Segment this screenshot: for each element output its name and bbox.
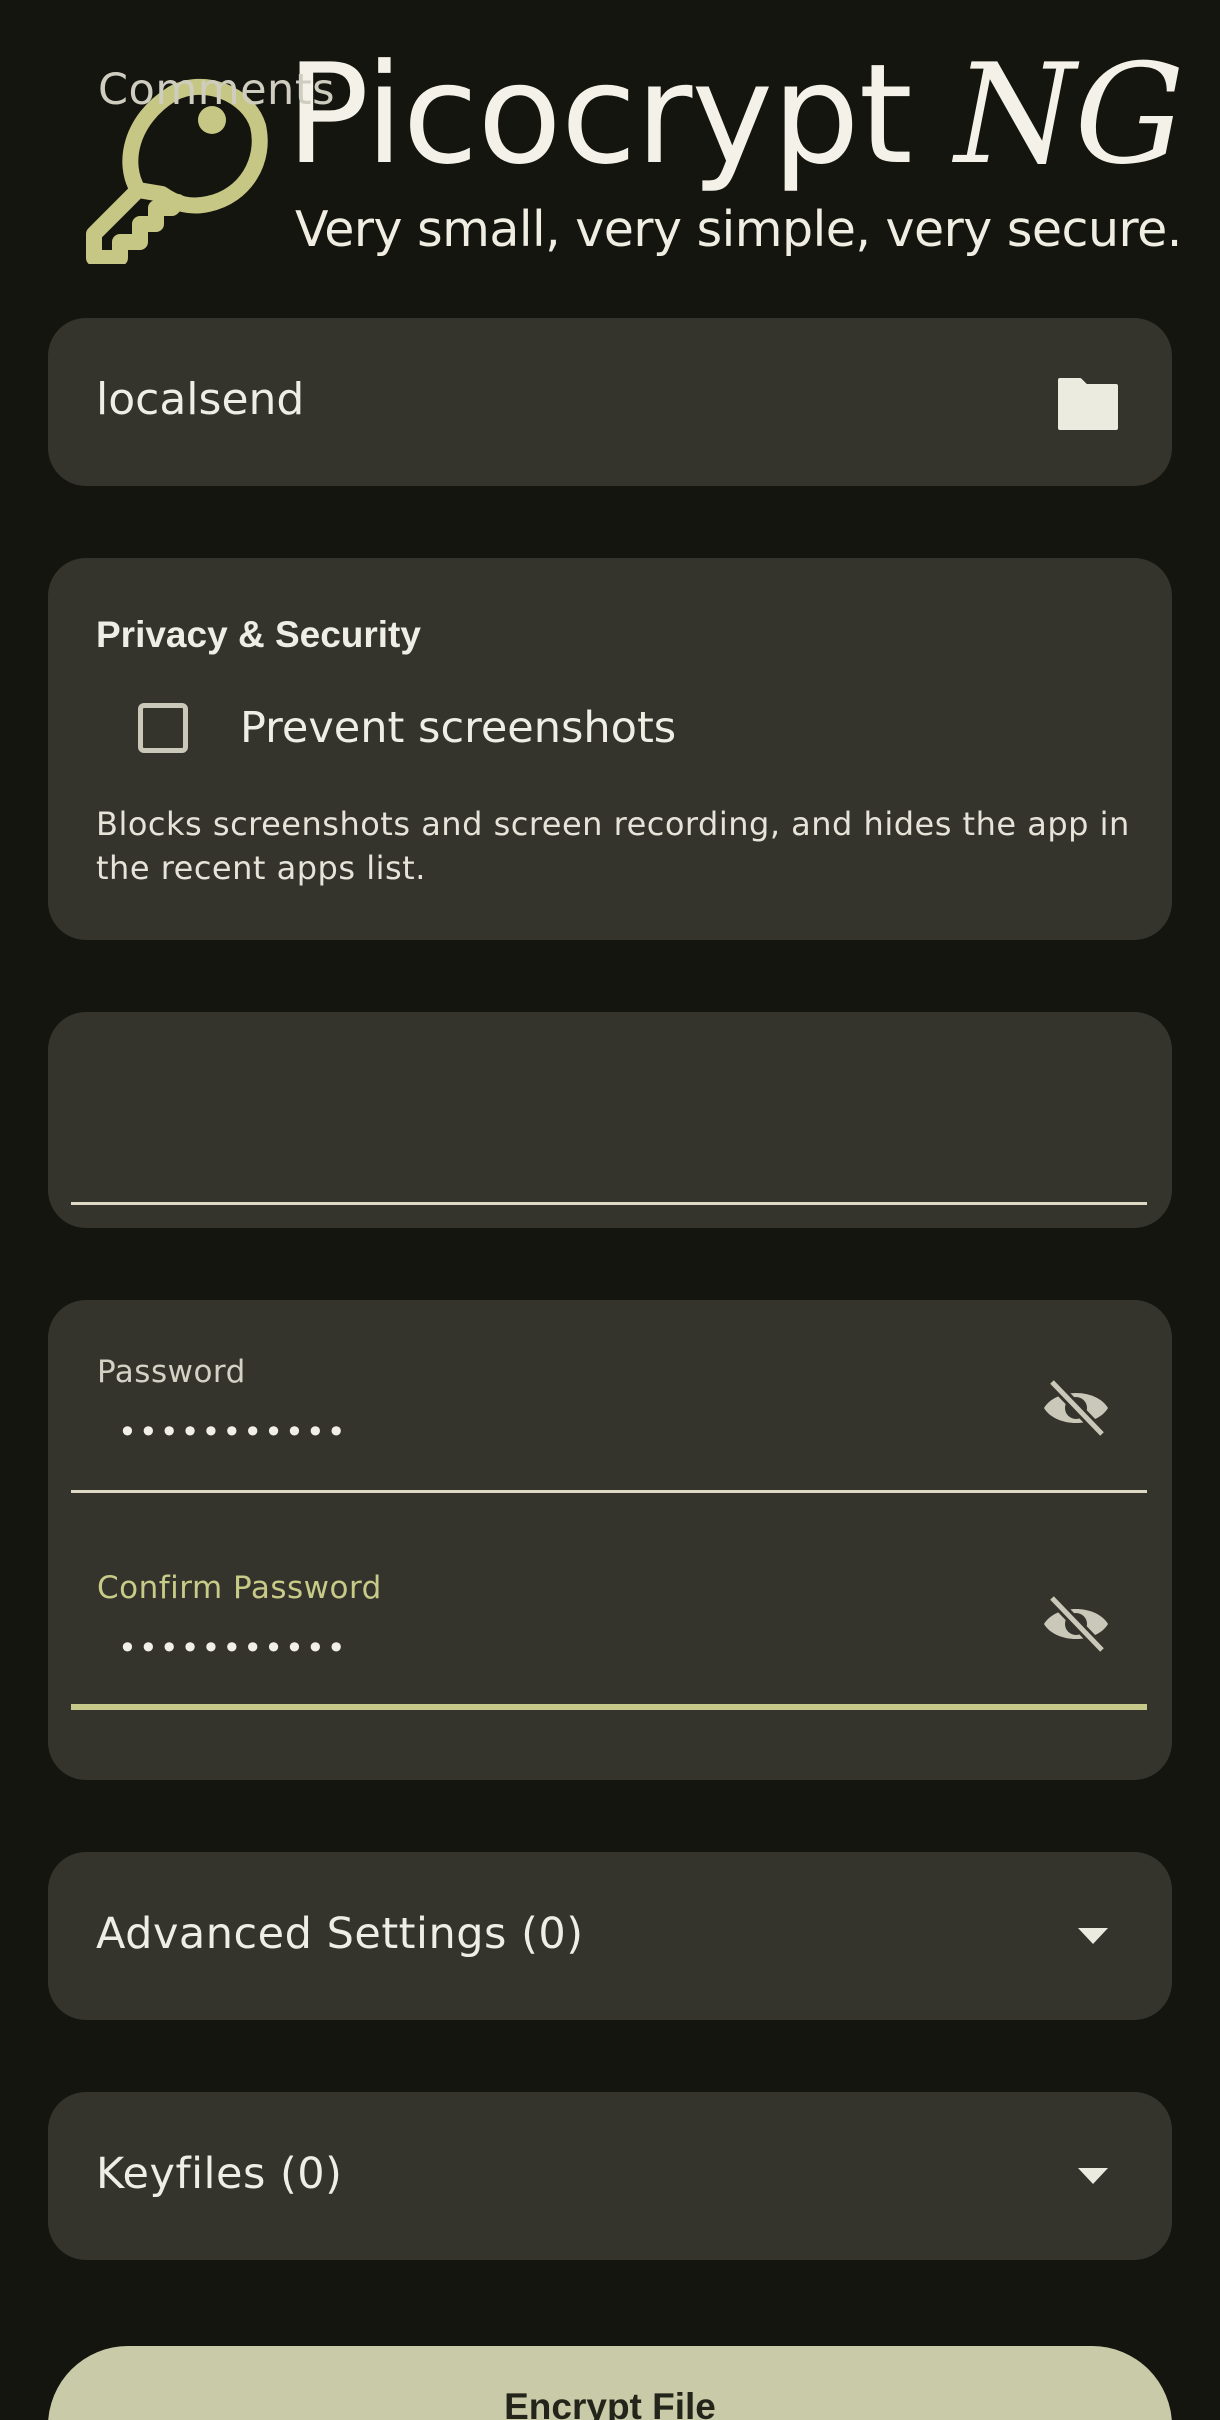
encrypt-file-button[interactable]: Encrypt File: [48, 2346, 1172, 2420]
advanced-settings-label: Advanced Settings (0): [96, 1909, 584, 1959]
password-field[interactable]: [71, 1300, 1147, 1493]
dropdown-arrow-icon: [1078, 1928, 1108, 1944]
comments-input[interactable]: [71, 1012, 1147, 1205]
selected-file-name: localsend: [96, 374, 305, 425]
app-title-suffix: NG: [954, 34, 1185, 195]
advanced-settings-expander[interactable]: Advanced Settings (0): [48, 1852, 1172, 2020]
password-label: Password: [97, 1354, 246, 1390]
password-value[interactable]: •••••••••••: [118, 1412, 348, 1452]
privacy-description: Blocks screenshots and screen recording,…: [96, 805, 1130, 887]
privacy-security-card: Privacy & Security Prevent screenshots B…: [48, 558, 1172, 940]
encrypt-file-label: Encrypt File: [504, 2386, 716, 2420]
prevent-screenshots-label[interactable]: Prevent screenshots: [240, 698, 676, 758]
comments-card: [48, 1012, 1172, 1228]
app-title: Picocrypt NG: [286, 40, 1185, 190]
comments-placeholder: Comments: [98, 65, 336, 115]
keyfiles-expander[interactable]: Keyfiles (0): [48, 2092, 1172, 2260]
privacy-section-title: Privacy & Security: [96, 614, 421, 655]
app-tagline: Very small, very simple, very secure.: [295, 201, 1182, 258]
confirm-password-field[interactable]: [71, 1516, 1147, 1710]
dropdown-arrow-icon: [1078, 2168, 1108, 2184]
keyfiles-label: Keyfiles (0): [96, 2149, 343, 2199]
folder-icon[interactable]: [1056, 376, 1120, 432]
app-header: Picocrypt NG Very small, very simple, ve…: [0, 0, 1220, 300]
eye-off-icon[interactable]: [1040, 1376, 1112, 1440]
eye-off-icon[interactable]: [1040, 1592, 1112, 1656]
prevent-screenshots-checkbox[interactable]: [138, 703, 188, 753]
app-title-main: Picocrypt: [286, 34, 955, 195]
app-screen: Picocrypt NG Very small, very simple, ve…: [0, 0, 1220, 2420]
confirm-password-value[interactable]: •••••••••••: [118, 1628, 348, 1668]
file-picker-card[interactable]: localsend: [48, 318, 1172, 486]
confirm-password-label: Confirm Password: [97, 1570, 382, 1606]
